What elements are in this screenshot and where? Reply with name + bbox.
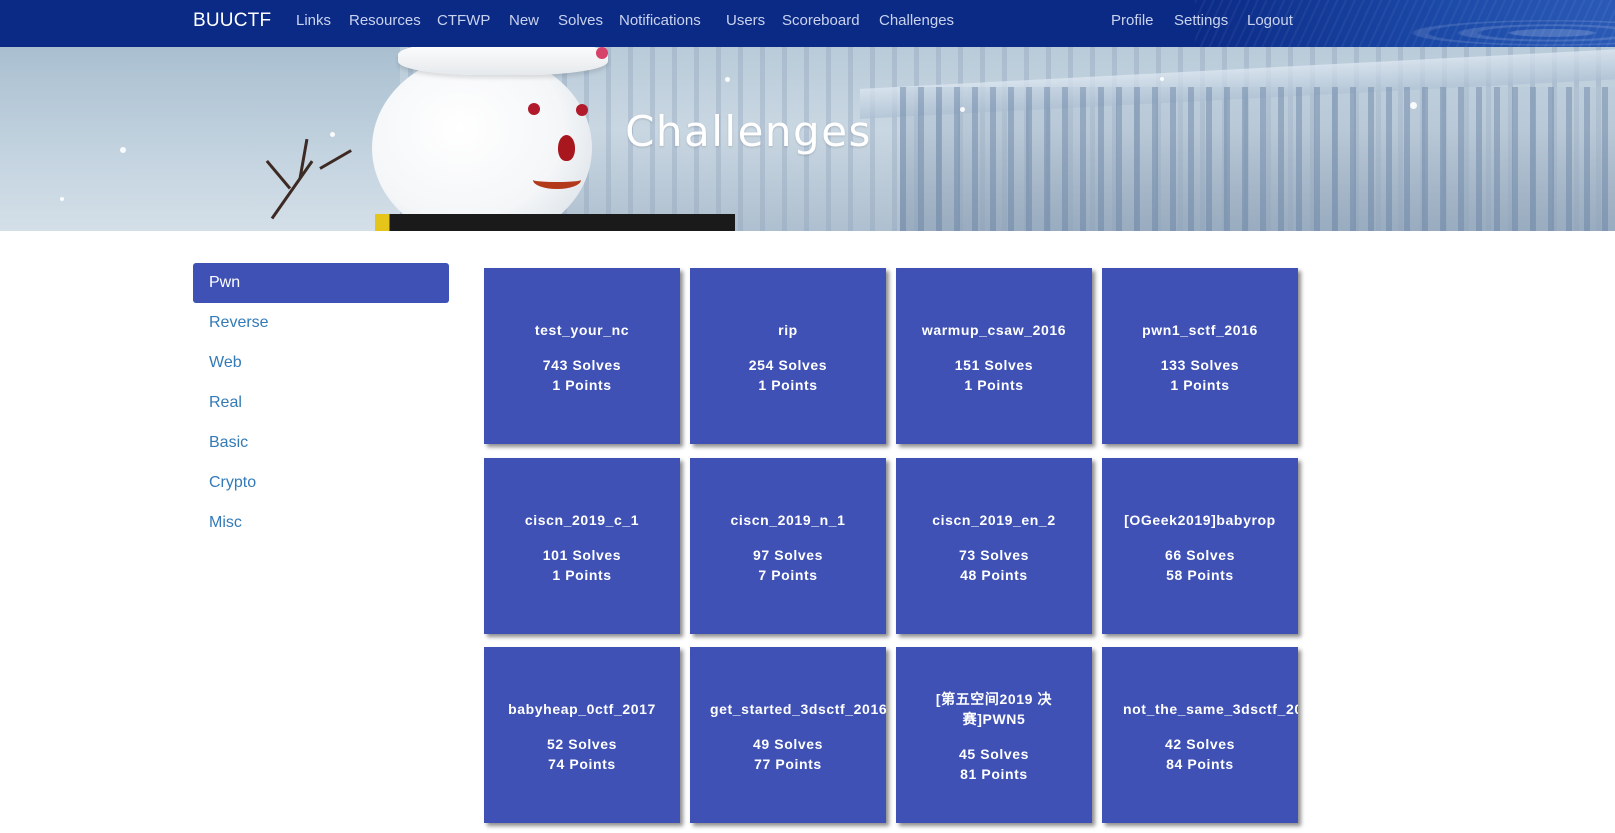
- challenge-name: not_the_same_3dsctf_2016: [1123, 701, 1298, 717]
- nav-solves[interactable]: Solves: [558, 12, 603, 29]
- challenge-solves: 66 Solves: [1165, 547, 1235, 563]
- brand-link[interactable]: BUUCTF: [193, 10, 271, 32]
- challenge-solves: 49 Solves: [753, 736, 823, 752]
- nav-scoreboard[interactable]: Scoreboard: [782, 12, 860, 29]
- challenge-name: get_started_3dsctf_2016: [710, 701, 886, 717]
- challenge-solves: 73 Solves: [959, 547, 1029, 563]
- challenge-card[interactable]: babyheap_0ctf_2017 52 Solves 74 Points: [484, 647, 680, 823]
- nav-resources[interactable]: Resources: [349, 12, 421, 29]
- challenge-card[interactable]: pwn1_sctf_2016 133 Solves 1 Points: [1102, 268, 1298, 444]
- challenge-card[interactable]: warmup_csaw_2016 151 Solves 1 Points: [896, 268, 1092, 444]
- challenge-solves: 254 Solves: [748, 357, 828, 373]
- category-pwn[interactable]: Pwn: [193, 263, 449, 303]
- challenge-solves: 97 Solves: [753, 547, 823, 563]
- challenge-name: test_your_nc: [534, 322, 630, 338]
- challenge-solves: 52 Solves: [547, 736, 617, 752]
- category-misc[interactable]: Misc: [193, 503, 449, 543]
- challenge-solves: 151 Solves: [954, 357, 1034, 373]
- challenge-points: 1 Points: [1170, 377, 1230, 393]
- category-real[interactable]: Real: [193, 383, 449, 423]
- challenge-card[interactable]: not_the_same_3dsctf_2016 42 Solves 84 Po…: [1102, 647, 1298, 823]
- challenge-solves: 101 Solves: [542, 547, 622, 563]
- challenge-points: 7 Points: [758, 567, 818, 583]
- category-crypto[interactable]: Crypto: [193, 463, 449, 503]
- nav-notifications[interactable]: Notifications: [619, 12, 701, 29]
- nav-links[interactable]: Links: [296, 12, 331, 29]
- top-navbar: BUUCTF Links Resources CTFWP New Solves …: [0, 0, 1615, 47]
- nav-users[interactable]: Users: [726, 12, 765, 29]
- challenge-name: rip: [778, 322, 798, 338]
- challenge-name: ciscn_2019_en_2: [932, 512, 1056, 528]
- nav-ctfwp[interactable]: CTFWP: [437, 12, 490, 29]
- challenge-solves: 42 Solves: [1165, 736, 1235, 752]
- challenge-name: ciscn_2019_c_1: [524, 512, 640, 528]
- challenge-points: 58 Points: [1166, 567, 1234, 583]
- nav-settings[interactable]: Settings: [1174, 12, 1228, 29]
- challenge-card[interactable]: get_started_3dsctf_2016 49 Solves 77 Poi…: [690, 647, 886, 823]
- category-reverse[interactable]: Reverse: [193, 303, 449, 343]
- challenge-name: pwn1_sctf_2016: [1142, 322, 1258, 338]
- challenge-points: 84 Points: [1166, 756, 1234, 772]
- challenge-points: 77 Points: [754, 756, 822, 772]
- category-web[interactable]: Web: [193, 343, 449, 383]
- challenge-points: 1 Points: [758, 377, 818, 393]
- challenge-name: ciscn_2019_n_1: [730, 512, 846, 528]
- challenge-card[interactable]: ciscn_2019_n_1 97 Solves 7 Points: [690, 458, 886, 634]
- challenge-name: [OGeek2019]babyrop: [1124, 512, 1276, 528]
- category-basic[interactable]: Basic: [193, 423, 449, 463]
- nav-logout[interactable]: Logout: [1247, 12, 1293, 29]
- challenge-points: 48 Points: [960, 567, 1028, 583]
- nav-challenges[interactable]: Challenges: [879, 12, 954, 29]
- challenge-solves: 45 Solves: [959, 746, 1029, 762]
- nav-new[interactable]: New: [509, 12, 539, 29]
- page-title: Challenges: [625, 107, 872, 156]
- challenge-solves: 133 Solves: [1160, 357, 1240, 373]
- challenge-card[interactable]: ciscn_2019_c_1 101 Solves 1 Points: [484, 458, 680, 634]
- challenge-card[interactable]: rip 254 Solves 1 Points: [690, 268, 886, 444]
- nav-profile[interactable]: Profile: [1111, 12, 1154, 29]
- hero-banner: Challenges: [0, 47, 1615, 231]
- challenge-points: 81 Points: [960, 766, 1028, 782]
- challenge-points: 74 Points: [548, 756, 616, 772]
- challenge-points: 1 Points: [964, 377, 1024, 393]
- challenge-name: warmup_csaw_2016: [921, 322, 1067, 338]
- challenge-name: babyheap_0ctf_2017: [508, 701, 656, 717]
- challenge-card[interactable]: [OGeek2019]babyrop 66 Solves 58 Points: [1102, 458, 1298, 634]
- challenge-card[interactable]: [第五空间2019 决赛]PWN5 45 Solves 81 Points: [896, 647, 1092, 823]
- challenge-card[interactable]: test_your_nc 743 Solves 1 Points: [484, 268, 680, 444]
- challenge-points: 1 Points: [552, 377, 612, 393]
- challenge-points: 1 Points: [552, 567, 612, 583]
- challenge-name: [第五空间2019 决赛]PWN5: [935, 691, 1053, 727]
- challenge-card[interactable]: ciscn_2019_en_2 73 Solves 48 Points: [896, 458, 1092, 634]
- challenge-solves: 743 Solves: [542, 357, 622, 373]
